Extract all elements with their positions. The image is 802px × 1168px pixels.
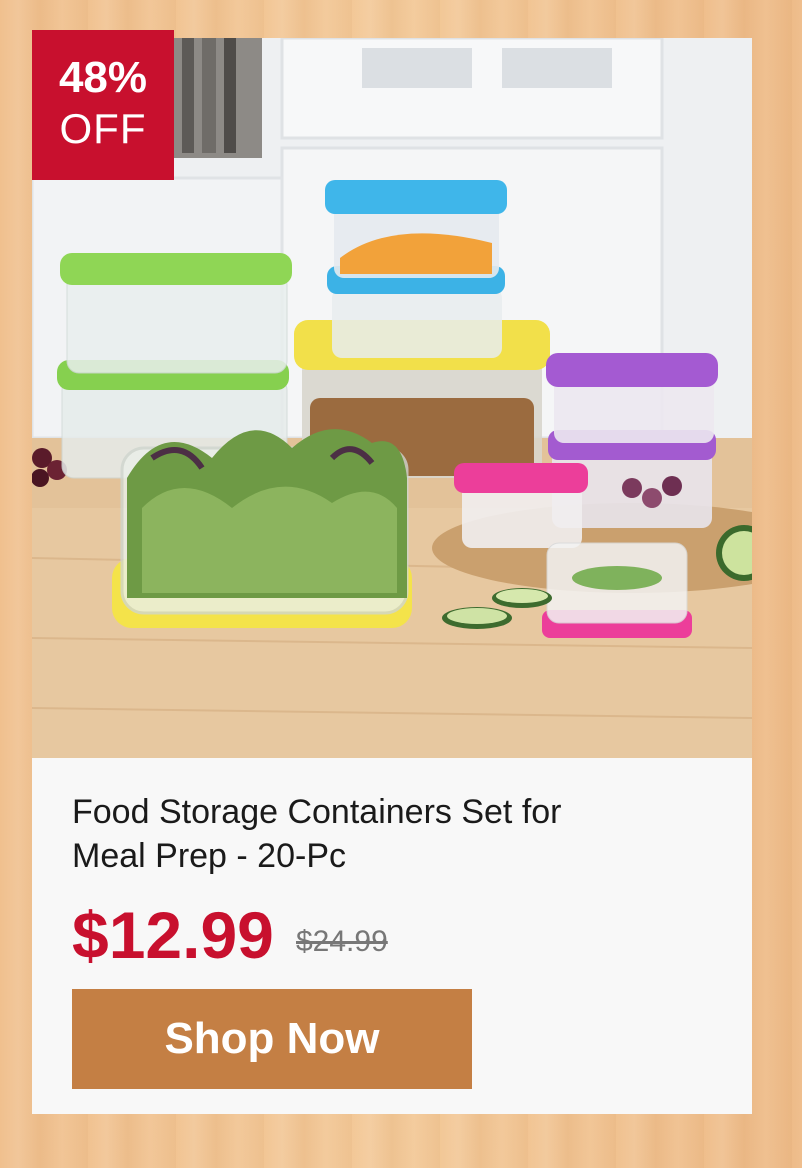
product-card: Food Storage Containers Set for Meal Pre… xyxy=(32,38,752,1114)
original-price: $24.99 xyxy=(296,925,388,958)
shop-now-button[interactable]: Shop Now xyxy=(72,989,472,1089)
discount-percent: 48% xyxy=(58,53,148,102)
product-title[interactable]: Food Storage Containers Set for Meal Pre… xyxy=(72,790,592,878)
discount-off-label: OFF xyxy=(59,105,147,152)
sale-price: $12.99 xyxy=(72,898,274,972)
discount-badge: 48% OFF xyxy=(32,30,174,180)
